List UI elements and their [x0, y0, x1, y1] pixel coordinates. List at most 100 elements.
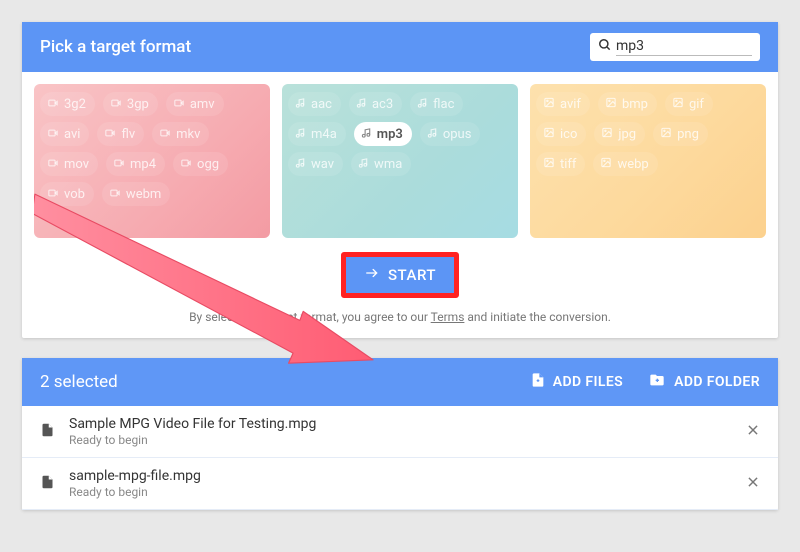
format-chip-label: ico — [560, 127, 577, 142]
remove-file-button[interactable] — [746, 422, 760, 441]
format-picker-header: Pick a target format mp3 — [22, 22, 778, 72]
format-chip-label: jpg — [618, 127, 636, 142]
search-value: mp3 — [616, 38, 752, 56]
video-icon — [110, 97, 122, 111]
format-chip-opus[interactable]: opus — [420, 122, 481, 146]
format-chip-mov[interactable]: mov — [40, 152, 98, 176]
format-chip-ogg[interactable]: ogg — [173, 152, 228, 176]
format-chip-3g2[interactable]: 3g2 — [40, 92, 95, 116]
format-picker-panel: Pick a target format mp3 3g2 3gp amv avi flv… — [22, 22, 778, 338]
format-chip-avi[interactable]: avi — [40, 122, 89, 146]
terms-link[interactable]: Terms — [431, 310, 465, 324]
format-chip-label: png — [677, 127, 699, 142]
format-chip-mp4[interactable]: mp4 — [106, 152, 165, 176]
add-folder-button[interactable]: ADD FOLDER — [647, 371, 760, 393]
format-chip-m4a[interactable]: m4a — [288, 122, 346, 146]
files-header: 2 selected ADD FILES ADD FOLDER — [22, 358, 778, 406]
format-chip-label: mkv — [176, 127, 200, 142]
format-chip-jpg[interactable]: jpg — [594, 122, 645, 146]
image-icon — [605, 97, 617, 111]
search-icon — [598, 38, 612, 56]
file-status: Ready to begin — [69, 485, 746, 499]
format-chip-gif[interactable]: gif — [665, 92, 713, 116]
format-chip-wav[interactable]: wav — [288, 152, 343, 176]
video-icon — [159, 127, 171, 141]
terms-pre: By selecting a target format, you agree … — [189, 310, 431, 324]
music-icon — [356, 97, 367, 112]
add-files-label: ADD FILES — [553, 374, 623, 390]
format-chip-label: flac — [433, 97, 454, 112]
add-files-button[interactable]: ADD FILES — [530, 371, 623, 393]
format-chip-webm[interactable]: webm — [102, 182, 170, 206]
video-icon — [180, 157, 192, 171]
format-chip-label: ogg — [197, 157, 219, 172]
file-status: Ready to begin — [69, 433, 746, 447]
image-icon — [543, 97, 555, 111]
image-icon — [543, 127, 555, 141]
format-chip-label: webm — [126, 187, 161, 202]
image-icon — [543, 157, 555, 171]
format-chip-label: aac — [311, 97, 332, 112]
file-list: Sample MPG Video File for Testing.mpgRea… — [22, 406, 778, 510]
format-chip-label: amv — [190, 97, 215, 112]
format-chip-label: mp4 — [130, 157, 156, 172]
format-chip-png[interactable]: png — [653, 122, 708, 146]
start-button-label: START — [388, 266, 436, 284]
format-chip-label: 3gp — [127, 97, 149, 112]
format-chip-label: m4a — [311, 127, 337, 142]
format-chip-vob[interactable]: vob — [40, 182, 94, 206]
format-chip-label: bmp — [622, 97, 648, 112]
file-icon — [40, 421, 55, 443]
format-chip-flv[interactable]: flv — [97, 122, 144, 146]
format-chip-webp[interactable]: webp — [593, 152, 657, 176]
folder-add-icon — [647, 372, 667, 392]
files-header-actions: ADD FILES ADD FOLDER — [530, 371, 760, 393]
file-add-icon — [530, 371, 546, 393]
format-chip-label: webp — [617, 157, 648, 172]
video-icon — [109, 187, 121, 201]
music-icon — [295, 97, 306, 112]
format-chip-label: mp3 — [377, 127, 403, 142]
page-title: Pick a target format — [40, 37, 191, 57]
music-icon — [361, 127, 372, 142]
music-icon — [417, 97, 428, 112]
format-categories-row: 3g2 3gp amv avi flv mkv mov mp4 ogg vob webm aac ac3… — [22, 72, 778, 238]
image-icon — [660, 127, 672, 141]
video-icon — [47, 157, 59, 171]
search-input[interactable]: mp3 — [590, 33, 760, 61]
format-chip-ico[interactable]: ico — [536, 122, 586, 146]
format-chip-avif[interactable]: avif — [536, 92, 590, 116]
file-meta: sample-mpg-file.mpgReady to begin — [69, 468, 746, 499]
file-icon — [40, 473, 55, 495]
music-icon — [427, 127, 438, 142]
file-name: sample-mpg-file.mpg — [69, 468, 746, 484]
format-chip-ac3[interactable]: ac3 — [349, 92, 402, 116]
image-icon — [600, 157, 612, 171]
format-chip-aac[interactable]: aac — [288, 92, 341, 116]
music-icon — [358, 157, 369, 172]
format-chip-3gp[interactable]: 3gp — [103, 92, 158, 116]
video-icon — [104, 127, 116, 141]
terms-text: By selecting a target format, you agree … — [22, 304, 778, 338]
start-button[interactable]: START — [341, 252, 459, 298]
format-chip-label: avi — [64, 127, 80, 142]
format-chip-label: opus — [443, 127, 472, 142]
image-icon — [601, 127, 613, 141]
format-chip-tiff[interactable]: tiff — [536, 152, 585, 176]
format-chip-label: flv — [121, 127, 135, 142]
format-category-card: aac ac3 flac m4a mp3 opus wavwma — [282, 84, 518, 238]
format-chip-mp3[interactable]: mp3 — [354, 122, 412, 146]
remove-file-button[interactable] — [746, 474, 760, 493]
format-chip-label: tiff — [560, 157, 576, 172]
image-icon — [672, 97, 684, 111]
format-chip-bmp[interactable]: bmp — [598, 92, 657, 116]
format-chip-label: 3g2 — [64, 97, 86, 112]
format-chip-wma[interactable]: wma — [351, 152, 411, 176]
format-chip-mkv[interactable]: mkv — [152, 122, 209, 146]
file-row: Sample MPG Video File for Testing.mpgRea… — [22, 406, 778, 458]
format-chip-amv[interactable]: amv — [166, 92, 224, 116]
format-chip-flac[interactable]: flac — [410, 92, 463, 116]
arrow-right-icon — [364, 266, 380, 284]
video-icon — [47, 127, 59, 141]
video-icon — [173, 97, 185, 111]
